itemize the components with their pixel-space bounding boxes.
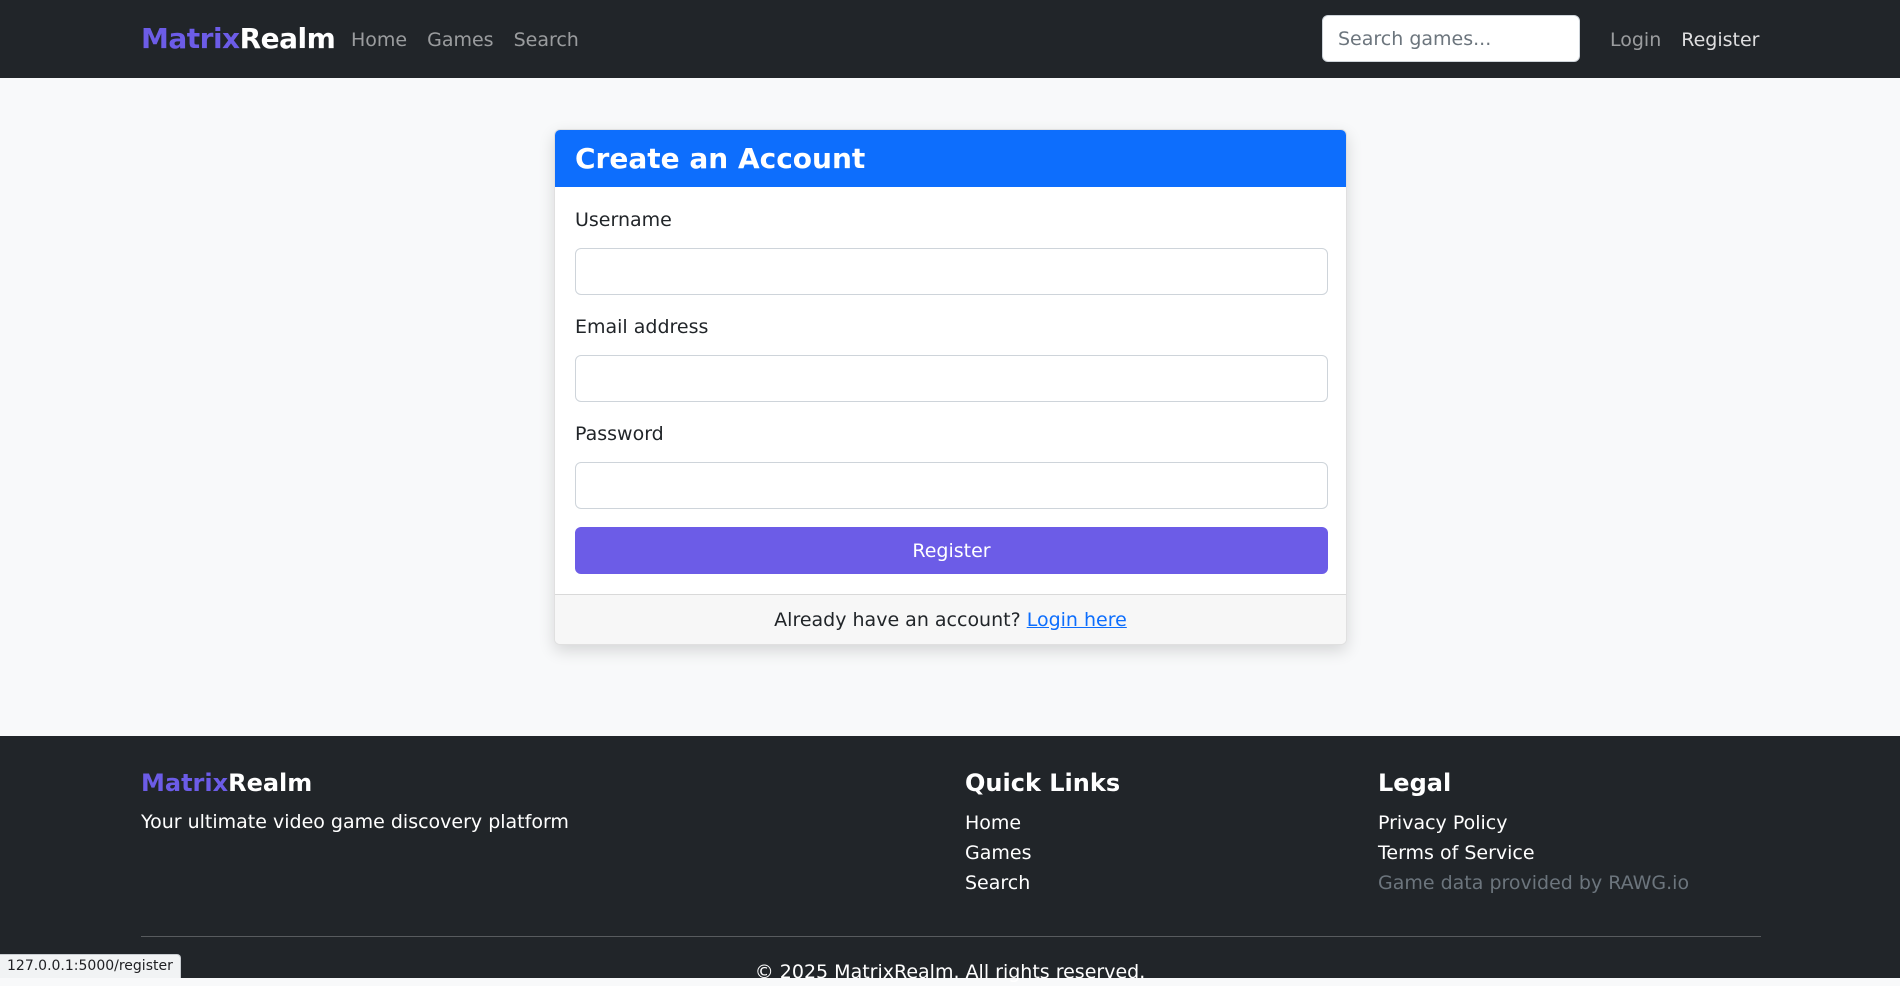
login-here-link[interactable]: Login here	[1027, 609, 1127, 631]
footer-tagline: Your ultimate video game discovery platf…	[141, 811, 569, 833]
register-form: Username Email address Password Register	[555, 187, 1346, 594]
footer-brand: MatrixRealm	[141, 767, 312, 799]
privacy-policy-link[interactable]: Privacy Policy	[1378, 812, 1507, 834]
footer-brand-part2: Realm	[228, 769, 313, 797]
search-input[interactable]	[1322, 15, 1580, 62]
nav-link-games[interactable]: Games	[427, 26, 493, 54]
footer-brand-part1: Matrix	[141, 769, 229, 797]
page-title: Create an Account	[575, 142, 866, 175]
footer-link-search[interactable]: Search	[965, 872, 1030, 894]
copyright-text: © 2025 MatrixRealm. All rights reserved.	[754, 961, 1146, 983]
navbar: MatrixRealm Home Games Search Login Regi…	[0, 0, 1900, 78]
password-field[interactable]	[575, 462, 1328, 509]
card-footer: Already have an account? Login here	[555, 594, 1346, 644]
nav-link-register[interactable]: Register	[1681, 26, 1759, 54]
terms-of-service-link[interactable]: Terms of Service	[1378, 842, 1535, 864]
nav-link-login[interactable]: Login	[1610, 26, 1661, 54]
card-header: Create an Account	[555, 130, 1346, 187]
footer-quick-links: Quick Links Home Games Search	[965, 767, 1120, 898]
nav-link-home[interactable]: Home	[351, 26, 407, 54]
footer-link-home[interactable]: Home	[965, 812, 1021, 834]
nav-link-search[interactable]: Search	[514, 26, 579, 54]
register-button[interactable]: Register	[575, 527, 1328, 574]
legal-heading: Legal	[1378, 769, 1452, 797]
nav-auth-links: Login Register	[1610, 26, 1760, 54]
footer-link-games[interactable]: Games	[965, 842, 1031, 864]
footer-divider	[141, 936, 1761, 937]
status-bar-url: 127.0.0.1:5000/register	[0, 954, 181, 978]
username-label: Username	[575, 209, 672, 231]
login-prompt-text: Already have an account?	[774, 609, 1021, 631]
footer-legal: Legal Privacy Policy Terms of Service Ga…	[1378, 767, 1689, 898]
email-label: Email address	[575, 316, 709, 338]
brand-logo-part2: Realm	[239, 22, 336, 55]
username-field[interactable]	[575, 248, 1328, 295]
site-footer: MatrixRealm Your ultimate video game dis…	[0, 736, 1900, 983]
nav-links: Home Games Search	[351, 26, 579, 54]
password-label: Password	[575, 423, 664, 445]
brand-logo[interactable]: MatrixRealm	[141, 20, 336, 58]
register-card: Create an Account Username Email address…	[554, 129, 1347, 645]
quick-links-heading: Quick Links	[965, 769, 1121, 797]
data-attribution: Game data provided by RAWG.io	[1378, 872, 1690, 894]
brand-logo-part1: Matrix	[141, 22, 240, 55]
email-field[interactable]	[575, 355, 1328, 402]
